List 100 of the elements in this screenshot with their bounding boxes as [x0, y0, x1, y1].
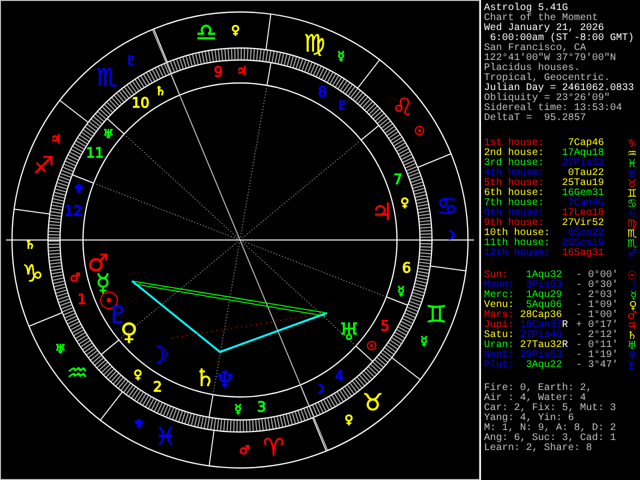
- house-label: 10th house:: [484, 229, 552, 239]
- zodiac-sign-glyph: ♋: [436, 192, 458, 220]
- chart-info-text: Sidereal time: 13:53:04: [484, 103, 622, 114]
- planet-glyph: ♅: [338, 318, 360, 346]
- house-cusp: 25Sco19: [560, 239, 604, 249]
- house-cusp: 7Can46: [568, 199, 604, 209]
- house-cusp: 25Tau19: [560, 179, 604, 189]
- chart-info-text: Obliquity = 23°26'09": [484, 93, 610, 104]
- summary-text: Fire: 0, Earth: 2,: [484, 383, 592, 394]
- house-cusp: 17Leo18: [560, 209, 604, 219]
- chart-info-text: Chart of the Moment: [484, 13, 598, 24]
- zodiac-sign-glyph: ♓: [154, 422, 176, 450]
- chart-info-text: Julian Day = 2461062.0833: [484, 83, 634, 94]
- planet-position: 1Aqu32: [524, 271, 562, 281]
- planet-glyph: ♃: [371, 198, 393, 226]
- house-number: 6: [402, 260, 412, 276]
- planet-name: Satu:: [484, 331, 516, 341]
- house-number: 1: [78, 292, 86, 308]
- house-number: 3: [257, 400, 266, 416]
- house-label: 6th house:: [484, 189, 546, 199]
- planet-glyph: ☿: [630, 291, 637, 301]
- house-cusp: 27Pis52: [560, 159, 604, 169]
- planet-latitude: - 1°09': [574, 301, 618, 311]
- planet-latitude: - 2°12': [574, 331, 618, 341]
- planet-name: Uran:: [484, 341, 516, 351]
- planet-glyph: ♄: [194, 364, 216, 392]
- house-label: 1st house:: [484, 139, 546, 149]
- house-number: 9: [214, 64, 223, 80]
- house-label: 11th house:: [484, 239, 552, 249]
- retrograde-mark: R: [562, 320, 568, 331]
- planet-glyph: ☽: [627, 281, 637, 291]
- house-cusp: 16Gem31: [560, 189, 604, 199]
- house-label: 12th house:: [484, 249, 552, 259]
- house-cusp: 7Cap46: [568, 139, 604, 149]
- ruler-glyph: ☽: [444, 228, 456, 242]
- planet-name: Venu:: [484, 301, 516, 311]
- planet-position: 27Tau32: [518, 341, 562, 351]
- ruler-glyph: ♂: [239, 442, 250, 457]
- sign-glyph: ♐: [627, 249, 637, 259]
- chart-info-text: San Francisco, CA: [484, 43, 586, 54]
- house-number: 8: [318, 84, 327, 100]
- planet-latitude: - 3°47': [574, 361, 618, 371]
- ruler-glyph: ☽: [314, 382, 325, 396]
- house-label: 9th house:: [484, 219, 544, 229]
- ruler-glyph: ♀: [400, 196, 410, 210]
- zodiac-sign-glyph: ♎: [196, 18, 218, 47]
- zodiac-sign-glyph: ♊: [426, 300, 448, 328]
- ruler-glyph: ♅: [55, 342, 66, 356]
- planet-glyph: ♄: [627, 331, 637, 341]
- ruler-glyph: ♃: [236, 64, 248, 78]
- ruler-glyph: ♀: [344, 412, 354, 427]
- house-label: 2nd house:: [484, 149, 546, 159]
- house-cusp: 16Sag31: [560, 249, 604, 259]
- planet-name: Moon:: [484, 281, 516, 291]
- ruler-glyph: ♇: [126, 53, 136, 68]
- house-cusp: 0Sco22: [568, 229, 604, 239]
- house-label: 5th house:: [484, 179, 546, 189]
- sign-glyph: ♓: [627, 159, 637, 169]
- sign-glyph: ♋: [627, 199, 637, 209]
- planet-glyph: ♇: [627, 361, 637, 371]
- zodiac-sign-glyph: ♌: [392, 93, 414, 122]
- ruler-glyph: ☿: [337, 48, 345, 63]
- zodiac-sign-glyph: ♑: [22, 260, 44, 288]
- planet-position: 18Can37: [518, 321, 562, 331]
- planet-latitude: - 0°00': [574, 271, 618, 281]
- house-cusp: 17Aqu18: [560, 149, 604, 159]
- ruler-glyph: ☿: [234, 402, 242, 416]
- planet-position: 3Aqu22: [524, 361, 562, 371]
- ruler-glyph: ♃: [50, 132, 62, 146]
- planet-name: Plut:: [484, 361, 516, 371]
- window-title: Astrolog 5.41G: [484, 3, 568, 14]
- planet-name: Nept:: [484, 351, 516, 361]
- ruler-glyph: ♀: [231, 23, 240, 38]
- zodiac-sign-glyph: ♏: [96, 63, 118, 92]
- house-label: 3rd house:: [484, 159, 546, 169]
- ruler-glyph: ☿: [397, 284, 405, 298]
- house-number: 12: [64, 204, 82, 220]
- planet-glyph: ♆: [627, 351, 637, 361]
- house-number: 5: [380, 318, 390, 335]
- summary-text: Yang: 4, Yin: 6: [484, 413, 574, 424]
- sign-glyph: ♏: [627, 239, 637, 249]
- sign-glyph: ♍: [627, 219, 637, 229]
- chart-info-text: Placidus houses.: [484, 63, 580, 74]
- planet-position: 1Aqu29: [524, 291, 562, 301]
- summary-text: M: 1, N: 9, A: 8, D: 2: [484, 423, 616, 434]
- ruler-glyph: ♂: [70, 270, 81, 284]
- planet-position: 5Aqu06: [526, 301, 562, 311]
- planet-glyph: ♃: [627, 321, 637, 331]
- sign-glyph: ♒: [627, 149, 637, 159]
- sign-glyph: ♉: [627, 179, 637, 189]
- planet-glyph: ☉: [627, 271, 637, 281]
- planet-latitude: - 1°19': [574, 351, 618, 361]
- house-number: 10: [132, 95, 150, 112]
- retrograde-mark: R: [562, 340, 568, 351]
- chart-info-text: 6:00:00am (ST -8:00 GMT): [490, 33, 634, 44]
- planet-position: 3Pis53: [524, 281, 562, 291]
- planet-name: Mars:: [484, 311, 516, 321]
- planet-glyph: ♆: [214, 366, 236, 394]
- planet-name: Sun:: [484, 271, 508, 281]
- ruler-glyph: ☉: [366, 339, 377, 353]
